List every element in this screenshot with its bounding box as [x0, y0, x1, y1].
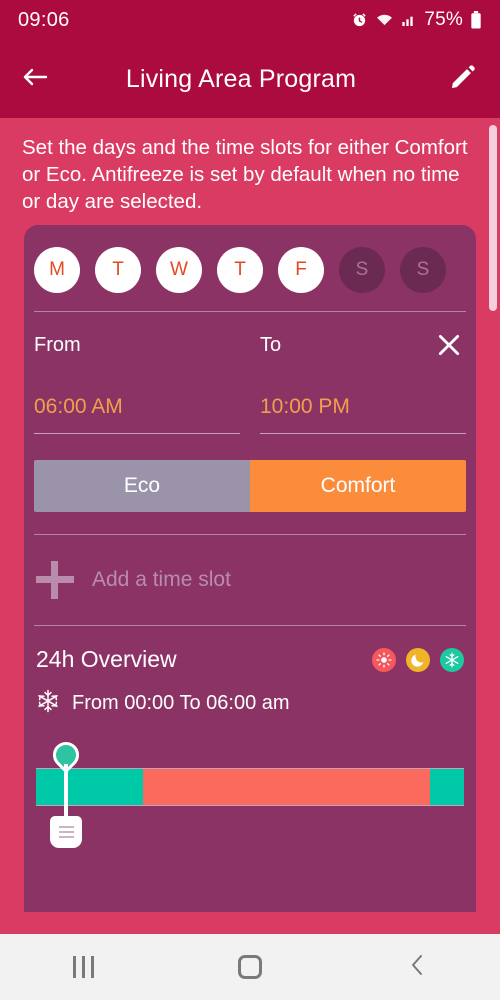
mode-button-eco[interactable]: Eco [34, 460, 250, 512]
antifreeze-snow-icon [440, 647, 464, 672]
edit-button[interactable] [426, 40, 500, 118]
wifi-icon [375, 12, 394, 29]
snowflake-icon [36, 689, 60, 718]
day-toggle-tuesday[interactable]: T [95, 247, 141, 293]
to-value[interactable]: 10:00 PM [260, 395, 466, 419]
comfort-sun-icon [372, 647, 396, 672]
app-root: 09:06 75% Living Area Program Set the da… [0, 0, 500, 1000]
overview-timeline[interactable] [36, 736, 464, 852]
from-underline [34, 433, 240, 434]
delete-time-slot-button[interactable] [432, 330, 466, 364]
from-field[interactable]: From 06:00 AM [34, 334, 240, 434]
mode-toggle: Eco Comfort [34, 460, 466, 512]
overview-status-row: From 00:00 To 06:00 am [24, 673, 476, 718]
mode-button-comfort[interactable]: Comfort [250, 460, 466, 512]
nav-home-button[interactable] [200, 934, 300, 1000]
page-title: Living Area Program [125, 64, 357, 93]
close-icon [436, 332, 462, 363]
description-text: Set the days and the time slots for eith… [22, 136, 468, 213]
day-toggle-friday[interactable]: F [278, 247, 324, 293]
day-toggle-thursday[interactable]: T [217, 247, 263, 293]
plus-icon [36, 561, 74, 599]
day-selector: M T W T F S S [24, 225, 476, 311]
day-toggle-wednesday[interactable]: W [156, 247, 202, 293]
field-gap [240, 334, 260, 434]
timeline-pin-tag-icon [50, 816, 82, 848]
overview-title: 24h Overview [36, 646, 177, 672]
status-bar: 09:06 75% [0, 0, 500, 40]
from-value[interactable]: 06:00 AM [34, 395, 240, 419]
add-time-slot-button[interactable]: Add a time slot [24, 535, 476, 625]
timeline-marker-pin[interactable] [47, 736, 85, 848]
divider [34, 534, 466, 535]
pencil-icon [449, 63, 477, 96]
arrow-left-icon [20, 65, 50, 94]
add-time-slot-label: Add a time slot [92, 568, 231, 591]
from-label: From [34, 334, 81, 356]
day-toggle-monday[interactable]: M [34, 247, 80, 293]
overview-status-text: From 00:00 To 06:00 am [72, 692, 290, 714]
alarm-icon [351, 12, 368, 29]
nav-recent-apps-button[interactable] [33, 934, 133, 1000]
divider [34, 625, 466, 626]
home-icon [237, 955, 262, 979]
timeline-segment-comfort[interactable] [143, 769, 430, 805]
back-chevron-icon [407, 952, 427, 983]
day-toggle-sunday[interactable]: S [400, 247, 446, 293]
app-bar: Living Area Program [0, 40, 500, 118]
recent-apps-icon [72, 956, 94, 978]
battery-icon [470, 11, 482, 29]
status-bar-clock: 09:06 [18, 8, 70, 31]
timeline-bar[interactable] [36, 768, 464, 806]
vertical-scrollbar[interactable] [489, 125, 497, 311]
eco-moon-icon [406, 647, 430, 672]
timeline-segment-antifreeze-night[interactable] [429, 769, 464, 805]
to-underline [260, 433, 466, 434]
android-nav-bar [0, 934, 500, 1000]
day-toggle-saturday[interactable]: S [339, 247, 385, 293]
overview-header: 24h Overview [24, 626, 476, 673]
signal-icon [401, 12, 417, 28]
time-slot-row: From 06:00 AM To 10:00 PM [24, 312, 476, 434]
mode-toggle-wrap: Eco Comfort [24, 460, 476, 534]
overview-legend [372, 647, 464, 672]
status-bar-icons: 75% [351, 9, 482, 31]
battery-percent-label: 75% [424, 9, 463, 30]
nav-back-button[interactable] [367, 934, 467, 1000]
program-card: M T W T F S S From 06:00 AM To 10:00 PM [24, 225, 476, 912]
